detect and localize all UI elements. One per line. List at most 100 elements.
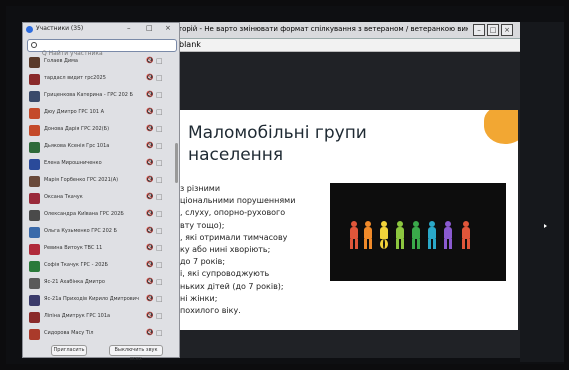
avatar [29, 125, 40, 136]
mic-muted-icon[interactable]: 🔇 [146, 312, 153, 319]
avatar [29, 142, 40, 153]
mic-muted-icon[interactable]: 🔇 [146, 125, 153, 132]
camera-off-icon[interactable]: □ [156, 176, 163, 184]
mic-muted-icon[interactable]: 🔇 [146, 329, 153, 336]
bullet-line: ку або нині хворіють; [180, 245, 271, 255]
participant-name: Яс-21 Ахабінка Дмитро [44, 279, 105, 285]
camera-off-icon[interactable]: □ [156, 312, 163, 320]
avatar [29, 261, 40, 272]
camera-off-icon[interactable]: □ [156, 108, 163, 116]
avatar [29, 176, 40, 187]
avatar [29, 278, 40, 289]
camera-off-icon[interactable]: □ [156, 261, 163, 269]
participant-name: Ревина Витоук ТВС 11 [44, 245, 103, 251]
mic-muted-icon[interactable]: 🔇 [146, 295, 153, 302]
participant-row[interactable]: Гриценкова Катерина - ГРС 202 Б 🔇 □ [23, 88, 175, 105]
avatar [29, 329, 40, 340]
mic-muted-icon[interactable]: 🔇 [146, 74, 153, 81]
orange-decoration [484, 110, 518, 144]
participant-name: Ліпіна Дмитрук ГРС 101а [44, 313, 111, 319]
participant-row[interactable]: Ліпіна Дмитрук ГРС 101а 🔇 □ [23, 309, 175, 326]
participant-row[interactable]: Марія Горбенко ГРС 2021(А) 🔇 □ [23, 173, 175, 190]
camera-off-icon[interactable]: □ [156, 244, 163, 252]
bullet-line: ні жінки; [180, 293, 218, 303]
participant-row[interactable]: Елена Мирошниченко 🔇 □ [23, 156, 175, 173]
participant-row[interactable]: Софія Ткачук ГРС - 202Б 🔇 □ [23, 258, 175, 275]
participant-row[interactable]: Донова Дарія ГРС 202(Б) 🔇 □ [23, 122, 175, 139]
close-icon[interactable]: × [501, 24, 513, 36]
camera-off-icon[interactable]: □ [156, 57, 163, 65]
camera-off-icon[interactable]: □ [156, 227, 163, 235]
participant-row[interactable]: Ольга Кузьменко ГРС 202 Б 🔇 □ [23, 224, 175, 241]
participant-row[interactable]: Сидорова Масу Тіл 🔇 □ [23, 326, 175, 343]
participants-panel: Участники (35) – □ × Голаев Дима🔇□тардас… [22, 22, 180, 362]
participant-row[interactable]: Голаев Дима 🔇 □ [23, 54, 175, 71]
participant-row[interactable]: Дюу Дмитро ГРС 101 А 🔇 □ [23, 105, 175, 122]
participant-row[interactable]: Оксана Ткачук 🔇 □ [23, 190, 175, 207]
bullet-line: до 7 років; [180, 257, 226, 267]
mic-muted-icon[interactable]: 🔇 [146, 159, 153, 166]
participant-search[interactable] [27, 39, 177, 58]
maximize-icon[interactable]: □ [487, 24, 499, 36]
mic-muted-icon[interactable]: 🔇 [146, 193, 153, 200]
camera-off-icon[interactable]: □ [156, 295, 163, 303]
participant-row[interactable]: Олександра Київана ГРС 202Б 🔇 □ [23, 207, 175, 224]
participant-row[interactable]: тардасл видит грс2025 🔇 □ [23, 71, 175, 88]
mute-all-button[interactable]: Выключить звук всех [109, 345, 163, 362]
person-figure-icon [348, 221, 360, 249]
mic-muted-icon[interactable]: 🔇 [146, 57, 153, 64]
participant-row[interactable]: Яс-21а Приходів Кирило Дмитрович 🔇 □ [23, 292, 175, 309]
mic-muted-icon[interactable]: 🔇 [146, 278, 153, 285]
avatar [29, 57, 40, 68]
camera-off-icon[interactable]: □ [156, 125, 163, 133]
invite-button[interactable]: Пригласить [51, 345, 87, 356]
person-figure-icon [426, 221, 438, 249]
bullet-line: ньких дітей (до 7 років); [180, 281, 284, 291]
close-icon[interactable]: × [165, 24, 171, 32]
camera-off-icon[interactable]: □ [156, 142, 163, 150]
mouse-pointer-icon [544, 224, 547, 228]
maximize-icon[interactable]: □ [146, 24, 153, 32]
person-figure-icon [362, 221, 374, 249]
participant-row[interactable]: Яс-21 Ахабінка Дмитро 🔇 □ [23, 275, 175, 292]
scrollbar[interactable] [175, 143, 178, 183]
minimize-icon[interactable]: – [473, 24, 485, 36]
mic-muted-icon[interactable]: 🔇 [146, 91, 153, 98]
person-figure-icon [460, 221, 472, 249]
participant-row[interactable]: Дьякова Ксенія Грс 101а 🔇 □ [23, 139, 175, 156]
participants-title: Участники (35) [36, 25, 84, 32]
monitor-screen: торій - Не варто змінювати формат спілку… [6, 6, 564, 364]
camera-off-icon[interactable]: □ [156, 210, 163, 218]
avatar [29, 295, 40, 306]
camera-off-icon[interactable]: □ [156, 278, 163, 286]
participant-name: Марія Горбенко ГРС 2021(А) [44, 177, 119, 183]
mic-muted-icon[interactable]: 🔇 [146, 176, 153, 183]
mic-muted-icon[interactable]: 🔇 [146, 244, 153, 251]
document-tab-bar: blank [174, 39, 520, 52]
bullet-line: , слуху, опорно-рухового [180, 208, 286, 218]
participant-row[interactable]: Ревина Витоук ТВС 11 🔇 □ [23, 241, 175, 258]
minimize-icon[interactable]: – [127, 24, 131, 32]
avatar [29, 74, 40, 85]
participants-header: Участники (35) – □ × [23, 23, 179, 37]
mic-muted-icon[interactable]: 🔇 [146, 227, 153, 234]
mic-muted-icon[interactable]: 🔇 [146, 210, 153, 217]
camera-off-icon[interactable]: □ [156, 91, 163, 99]
bullet-line: і, які супроводжують [180, 269, 270, 279]
participant-name: Ольга Кузьменко ГРС 202 Б [44, 228, 117, 234]
participant-name: Дюу Дмитро ГРС 101 А [44, 109, 105, 115]
right-dark-panel [520, 22, 564, 362]
camera-off-icon[interactable]: □ [156, 74, 163, 82]
shared-screen-area: Маломобільні групи населення з різними ц… [174, 52, 520, 358]
avatar [29, 159, 40, 170]
participant-name: тардасл видит грс2025 [44, 75, 106, 81]
avatar [29, 227, 40, 238]
camera-off-icon[interactable]: □ [156, 329, 163, 337]
mic-muted-icon[interactable]: 🔇 [146, 261, 153, 268]
camera-off-icon[interactable]: □ [156, 193, 163, 201]
mic-muted-icon[interactable]: 🔇 [146, 108, 153, 115]
camera-off-icon[interactable]: □ [156, 159, 163, 167]
mic-muted-icon[interactable]: 🔇 [146, 142, 153, 149]
avatar [29, 312, 40, 323]
participant-list: Голаев Дима 🔇 □ тардасл видит грс2025 🔇 □ Гриц… [23, 54, 175, 346]
